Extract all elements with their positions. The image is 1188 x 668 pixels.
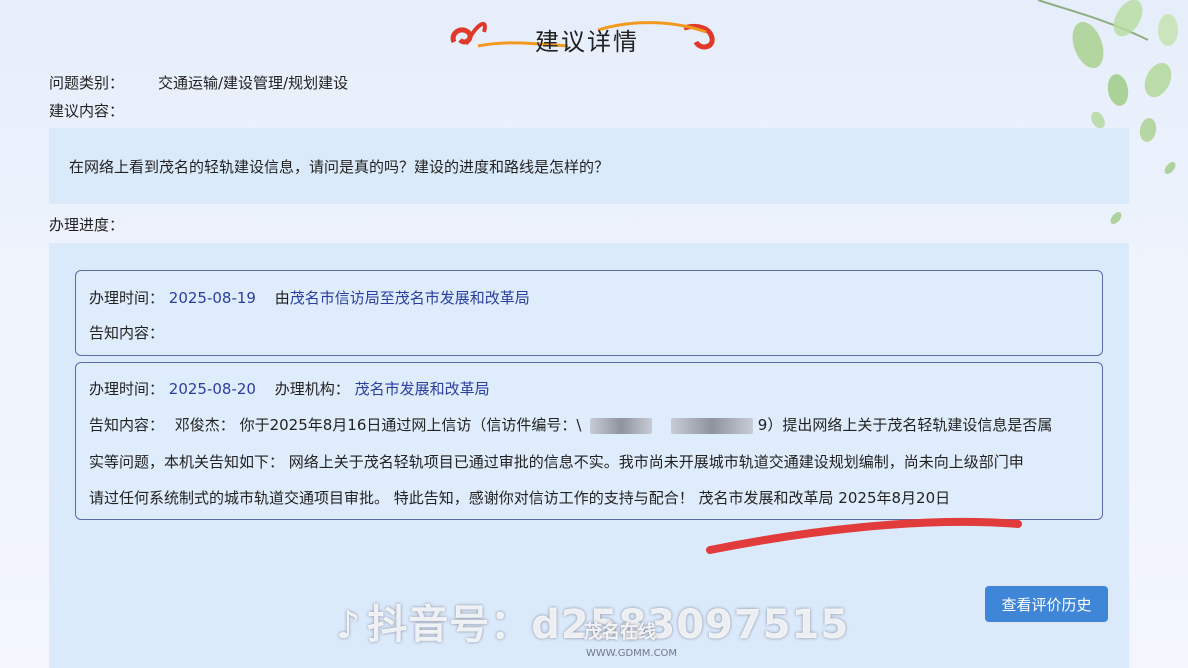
notice-label: 告知内容： [89,324,165,342]
notice-label: 告知内容： [89,416,165,434]
site-watermark: 茂名在线 [584,622,656,643]
notice-text-a: 邓俊杰： 你于2025年8月16日通过网上信访（信访件编号：\ [174,416,582,434]
suggestion-content-box: 在网络上看到茂名的轻轨建设信息，请问是真的吗？建设的进度和路线是怎样的？ [49,128,1129,204]
time-label: 办理时间： [89,380,165,398]
time-label: 办理时间： [89,289,165,307]
tiktok-icon: ♪ [336,603,362,647]
page-title: 建议详情 [535,28,639,56]
redacted-block [590,417,653,434]
site-url-watermark: WWW.GDMM.COM [586,648,678,659]
record-route: 茂名市信访局至茂名市发展和改革局 [289,289,530,307]
route-prefix: 由 [274,289,290,307]
record-header: 办理时间： 2025-08-19 由茂名市信访局至茂名市发展和改革局 [89,287,530,308]
suggestion-label: 建议内容： [49,102,125,120]
notice-text-b: 9）提出网络上关于茂名轻轨建设信息是否属 [757,416,1053,434]
notice-line-1: 告知内容： 邓俊杰： 你于2025年8月16日通过网上信访（信访件编号：\ 9）… [89,414,1052,435]
notice-line-2: 实等问题，本机关告知如下： 网络上关于茂名轻轨项目已通过审批的信息不实。我市尚未… [89,453,1024,471]
category-label: 问题类别： [49,74,125,92]
suggestion-text: 在网络上看到茂名的轻轨建设信息，请问是真的吗？建设的进度和路线是怎样的？ [69,158,610,176]
org-label: 办理机构： [274,380,350,398]
record-time: 2025-08-19 [168,289,256,307]
progress-label: 办理进度： [49,216,125,234]
notice-line-3: 请过任何系统制式的城市轨道交通项目审批。 特此告知，感谢你对信访工作的支持与配合… [89,489,951,507]
page-header: 建议详情 [448,10,728,58]
record-time: 2025-08-20 [168,380,256,398]
view-evaluation-history-button[interactable]: 查看评价历史 [985,586,1108,622]
record-header: 办理时间： 2025-08-20 办理机构： 茂名市发展和改革局 [89,378,490,399]
redacted-block [671,417,753,434]
progress-record: 办理时间： 2025-08-20 办理机构： 茂名市发展和改革局 告知内容： 邓… [75,362,1103,520]
progress-record: 办理时间： 2025-08-19 由茂名市信访局至茂名市发展和改革局 告知内容： [75,270,1103,356]
record-org: 茂名市发展和改革局 [354,380,490,398]
category-value: 交通运输/建设管理/规划建设 [158,74,349,92]
